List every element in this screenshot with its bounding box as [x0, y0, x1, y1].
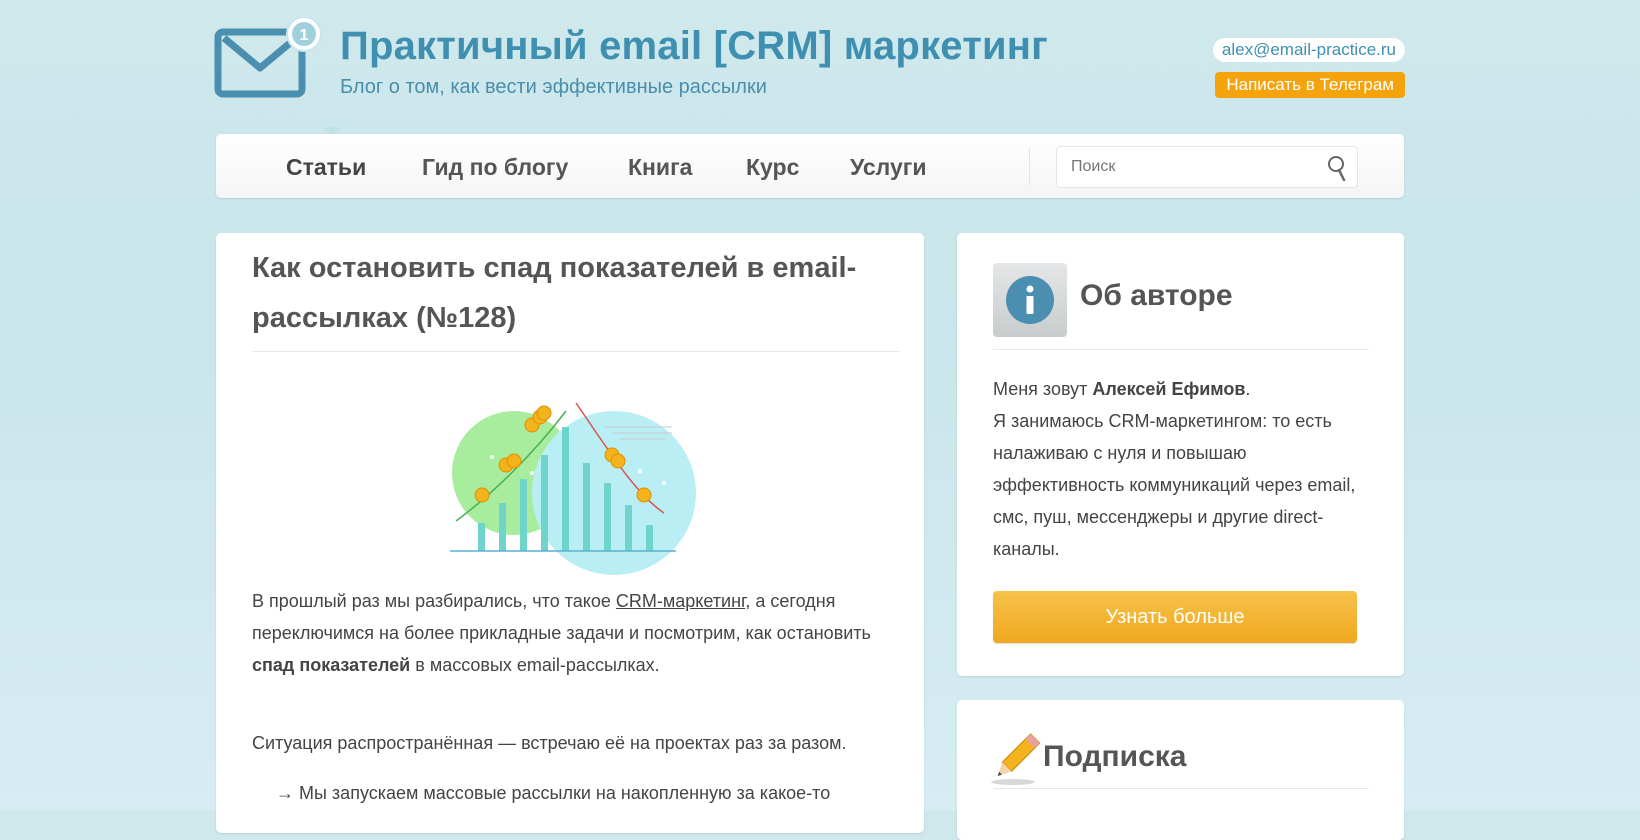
- envelope-logo-icon[interactable]: 1: [214, 14, 324, 104]
- pencil-icon: [991, 733, 1041, 785]
- article-title[interactable]: Как остановить спад показателей в email-…: [252, 243, 892, 343]
- site-title[interactable]: Практичный email [CRM] маркетинг: [340, 24, 1048, 69]
- about-description: Я занимаюсь CRM-маркетингом: то есть нал…: [993, 411, 1356, 559]
- article-paragraph-1: В прошлый раз мы разбирались, что такое …: [252, 585, 902, 681]
- logo-badge: 1: [300, 27, 309, 44]
- about-intro: Меня зовут: [993, 379, 1093, 399]
- main-nav: Статьи Гид по блогу Книга Курс Услуги: [216, 134, 1404, 198]
- about-title: Об авторе: [1080, 279, 1233, 312]
- nav-divider: [1029, 148, 1030, 186]
- subscribe-divider: [993, 788, 1369, 789]
- info-icon: [1006, 276, 1054, 324]
- nav-item-articles[interactable]: Статьи: [286, 154, 366, 181]
- crm-marketing-link[interactable]: CRM-маркетинг: [616, 591, 745, 611]
- p1-bold-text: спад показателей: [252, 655, 411, 675]
- nav-item-course[interactable]: Курс: [746, 154, 799, 181]
- telegram-button[interactable]: Написать в Телеграм: [1215, 72, 1405, 98]
- learn-more-button[interactable]: Узнать больше: [993, 591, 1357, 643]
- p1-text-before: В прошлый раз мы разбирались, что такое: [252, 591, 616, 611]
- subscribe-title: Подписка: [1043, 740, 1187, 773]
- about-dot: .: [1245, 379, 1251, 399]
- email-link[interactable]: alex@email-practice.ru: [1212, 38, 1405, 62]
- nav-item-book[interactable]: Книга: [628, 154, 692, 181]
- info-icon-box: [993, 263, 1067, 337]
- growth-decline-chart-illustration: [450, 402, 696, 575]
- nav-item-services[interactable]: Услуги: [850, 154, 926, 181]
- article-paragraph-2: Ситуация распространённая — встречаю её …: [252, 733, 847, 753]
- title-divider: [252, 351, 900, 352]
- search-icon[interactable]: [1325, 154, 1349, 182]
- nav-item-blog-guide[interactable]: Гид по блогу: [422, 154, 568, 181]
- author-name: Алексей Ефимов: [1092, 379, 1246, 399]
- article-card: Как остановить спад показателей в email-…: [216, 233, 924, 833]
- p1-text-after: в массовых email-рассылках.: [410, 655, 660, 675]
- subscribe-widget: Подписка: [957, 700, 1404, 840]
- about-author-widget: Об авторе Меня зовут Алексей Ефимов. Я за…: [957, 233, 1404, 676]
- about-divider: [993, 349, 1369, 350]
- search-box: [1056, 146, 1358, 188]
- search-input[interactable]: [1069, 147, 1323, 187]
- about-text: Меня зовут Алексей Ефимов. Я занимаюсь CR…: [993, 373, 1373, 565]
- article-paragraph-3: → Мы запускаем массовые рассылки на нако…: [276, 783, 831, 803]
- site-subtitle: Блог о том, как вести эффективные рассыл…: [340, 76, 767, 98]
